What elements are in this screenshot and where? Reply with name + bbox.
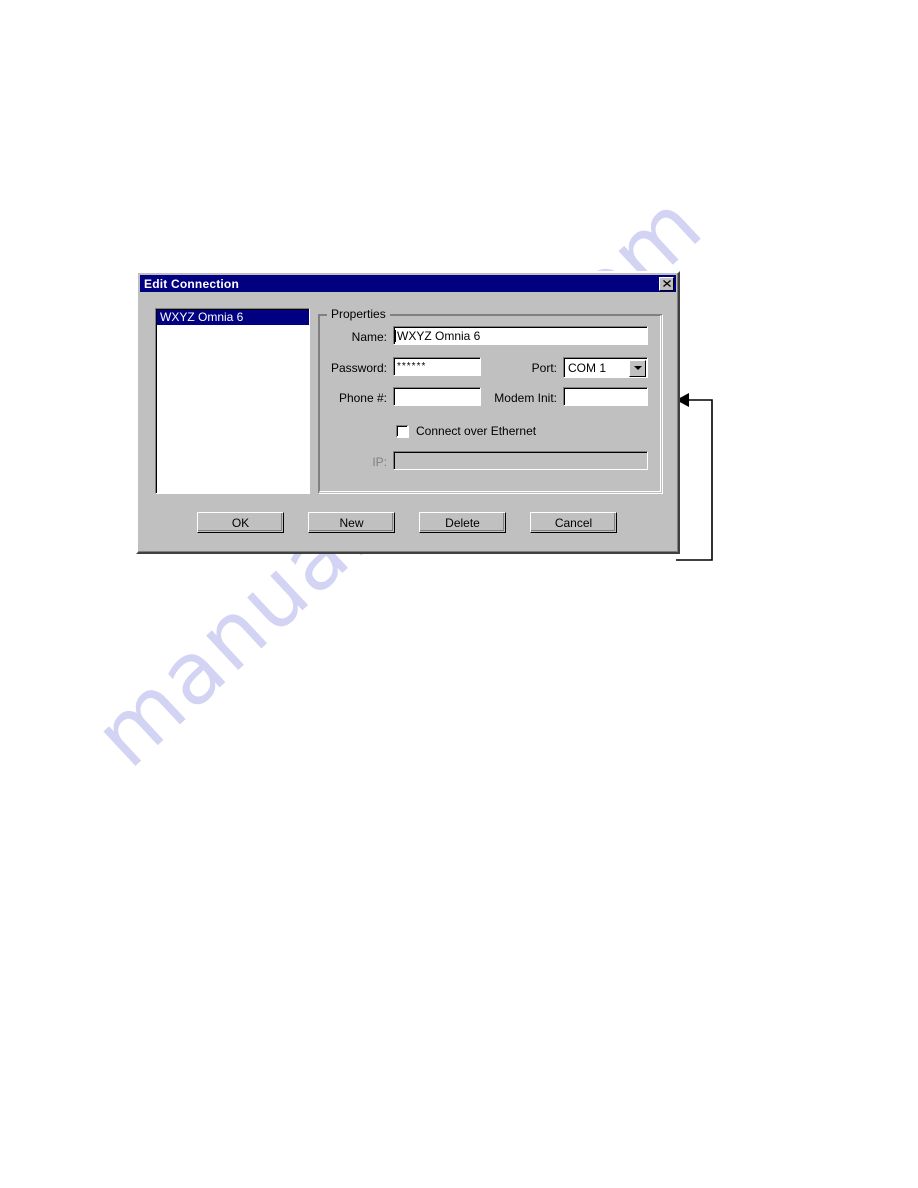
port-combobox-value: COM 1: [568, 361, 607, 375]
phone-label: Phone #:: [338, 391, 387, 405]
password-field[interactable]: ******: [393, 357, 481, 376]
edit-connection-dialog: Edit Connection WXYZ Omnia 6 Properties …: [136, 271, 680, 554]
connect-over-ethernet-label: Connect over Ethernet: [416, 424, 537, 438]
new-button-label: New: [339, 515, 364, 530]
ip-field: [393, 451, 648, 470]
name-field-value: WXYZ Omnia 6: [397, 329, 481, 343]
cancel-button[interactable]: Cancel: [530, 512, 617, 533]
modem-init-field[interactable]: [563, 387, 648, 406]
list-item[interactable]: WXYZ Omnia 6: [157, 310, 309, 325]
port-combobox[interactable]: COM 1: [563, 357, 648, 378]
ok-button[interactable]: OK: [197, 512, 284, 533]
password-label: Password:: [330, 361, 387, 375]
close-button[interactable]: [659, 276, 674, 291]
name-field[interactable]: WXYZ Omnia 6: [393, 326, 648, 345]
dialog-title: Edit Connection: [144, 276, 239, 291]
page-watermark: manualshive.com: [0, 0, 918, 1188]
connection-listbox[interactable]: WXYZ Omnia 6: [155, 308, 310, 494]
name-label: Name:: [351, 330, 387, 344]
new-button[interactable]: New: [308, 512, 395, 533]
text-caret: [395, 330, 396, 342]
delete-button-label: Delete: [445, 515, 480, 530]
properties-legend: Properties: [327, 307, 390, 321]
delete-button[interactable]: Delete: [419, 512, 506, 533]
close-icon: [662, 280, 671, 287]
cancel-button-label: Cancel: [554, 515, 593, 530]
ip-label: IP:: [372, 455, 387, 469]
connect-over-ethernet-checkbox[interactable]: Connect over Ethernet: [396, 424, 536, 438]
ok-button-label: OK: [231, 515, 250, 530]
port-label: Port:: [531, 361, 557, 375]
checkbox-icon[interactable]: [396, 424, 409, 438]
callout-leader-line: [676, 393, 713, 561]
password-field-value: ******: [397, 361, 427, 372]
modem-init-label: Modem Init:: [494, 391, 557, 405]
dialog-titlebar[interactable]: Edit Connection: [140, 275, 676, 292]
properties-groupbox: Properties Name: WXYZ Omnia 6 Password: …: [318, 307, 663, 494]
chevron-down-icon[interactable]: [629, 359, 646, 377]
